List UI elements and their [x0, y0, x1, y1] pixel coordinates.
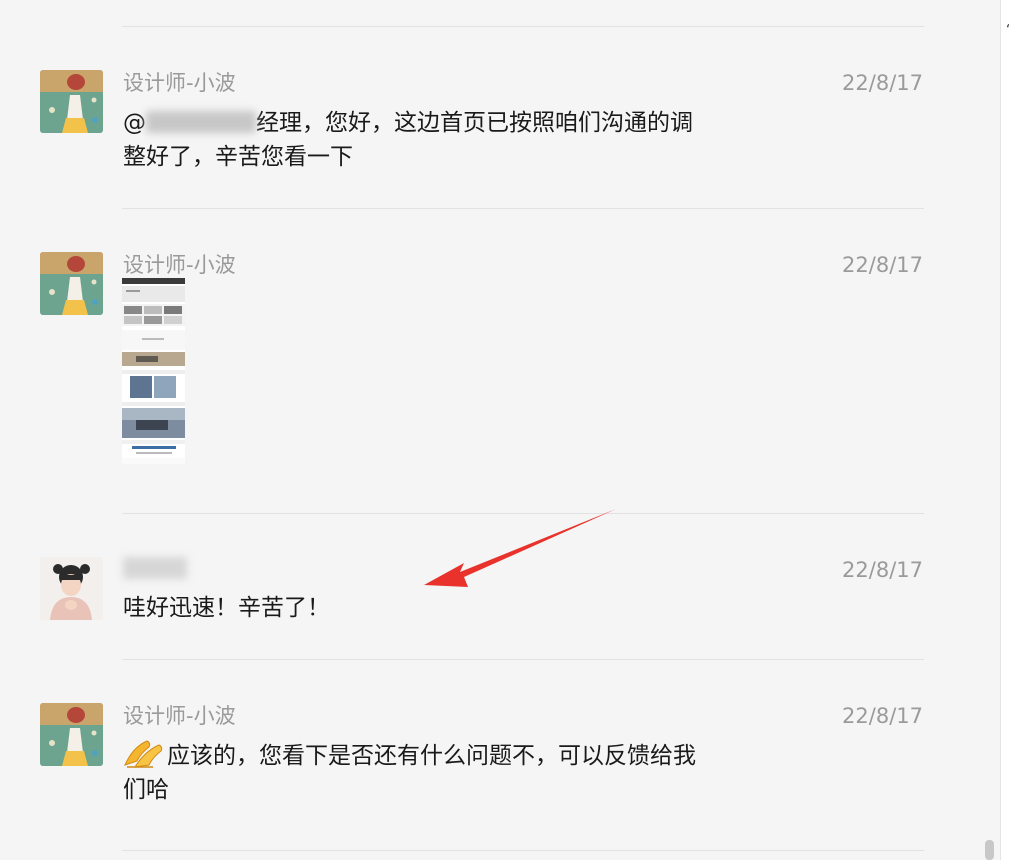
message-divider — [122, 850, 924, 851]
message-text[interactable]: @ 经理，您好，这边首页已按照咱们沟通的调 整好了，辛苦您看一下 — [123, 106, 693, 174]
message-text[interactable]: 哇好迅速！辛苦了！ — [123, 591, 330, 625]
message-item[interactable]: 设计师-小波 22/8/17 应该的，您看下是否还有什么问题不，可以反馈给我 们… — [0, 703, 1000, 823]
message-item[interactable]: 设计师-小波 22/8/17 @ 经理，您好，这边首页已按照咱们沟通的调 整好了，… — [0, 70, 1000, 180]
edge-mark-icon: ‘ — [1006, 23, 1011, 38]
message-time: 22/8/17 — [842, 253, 923, 277]
blurred-mention-name — [146, 111, 256, 133]
message-time: 22/8/17 — [842, 704, 923, 728]
message-text-line: 哇好迅速！辛苦了！ — [123, 595, 330, 621]
designer-avatar[interactable] — [40, 703, 103, 766]
message-time: 22/8/17 — [842, 558, 923, 582]
message-time: 22/8/17 — [842, 71, 923, 95]
chat-message-list[interactable]: 设计师-小波 22/8/17 @ 经理，您好，这边首页已按照咱们沟通的调 整好了，… — [0, 0, 1000, 860]
message-text[interactable]: 应该的，您看下是否还有什么问题不，可以反馈给我 们哈 — [123, 739, 696, 807]
window-right-edge: ‘ — [1000, 0, 1024, 860]
message-text-line: 经理，您好，这边首页已按照咱们沟通的调 — [256, 110, 693, 136]
message-text-line: 应该的，您看下是否还有什么问题不，可以反馈给我 — [167, 743, 696, 769]
sender-name[interactable]: 设计师-小波 — [123, 703, 236, 729]
sender-name[interactable]: 设计师-小波 — [123, 70, 236, 96]
message-text-line: 们哈 — [123, 777, 169, 803]
client-avatar[interactable] — [40, 557, 103, 620]
message-item[interactable]: 设计师-小波 22/8/17 — [0, 252, 1000, 482]
mention-prefix: @ — [123, 110, 146, 136]
designer-avatar[interactable] — [40, 252, 103, 315]
scrollbar-thumb[interactable] — [985, 840, 994, 860]
message-divider — [122, 208, 924, 209]
message-divider — [122, 26, 924, 27]
designer-avatar[interactable] — [40, 70, 103, 133]
folded-hands-emoji — [123, 739, 165, 769]
sender-name-blurred[interactable] — [123, 557, 187, 579]
message-text-line: 整好了，辛苦您看一下 — [123, 144, 353, 170]
webpage-screenshot-thumbnail[interactable] — [122, 278, 185, 464]
red-annotation-arrow — [424, 509, 616, 587]
message-divider — [122, 659, 924, 660]
sender-name[interactable]: 设计师-小波 — [123, 252, 236, 278]
